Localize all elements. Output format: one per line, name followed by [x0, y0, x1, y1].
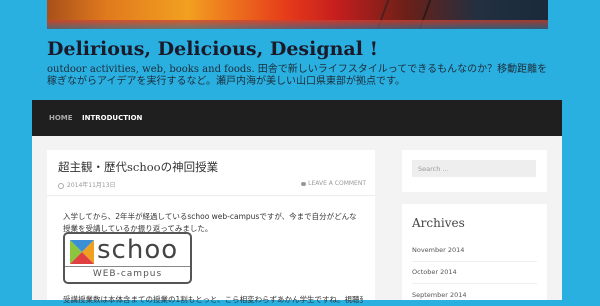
post-excerpt-continued: 受講授業数は本体含まての授業の1割もとっと、こら相変わらずあかん学生ですね。視聴…: [63, 295, 363, 304]
archive-separator: [412, 261, 537, 262]
header-banner-image: [47, 0, 548, 29]
banner-water: [47, 20, 548, 29]
post-meta: 2014年11月13日 LEAVE A COMMENT: [58, 180, 366, 190]
comment-bubble-icon: [301, 181, 307, 186]
nav-item-introduction[interactable]: INTRODUCTION: [82, 100, 142, 136]
schoo-logo-mark: [70, 240, 94, 264]
post-divider: [47, 195, 375, 196]
archives-widget: Archives November 2014 October 2014 Sept…: [402, 204, 547, 300]
post-date-link[interactable]: 2014年11月13日: [58, 180, 116, 189]
main-navigation: HOME INTRODUCTION: [32, 100, 562, 136]
post-title[interactable]: 超主観・歴代schooの神回授業: [58, 159, 218, 175]
schoo-logo-subtitle: WEB-campus: [65, 266, 190, 282]
schoo-logo-image: schoo WEB-campus: [63, 232, 192, 284]
post-date: 2014年11月13日: [67, 182, 116, 189]
leave-comment-label: LEAVE A COMMENT: [308, 180, 366, 187]
post-card: 超主観・歴代schooの神回授業 2014年11月13日 LEAVE A COM…: [47, 150, 375, 304]
archive-separator: [412, 283, 537, 284]
archive-link-september-2014[interactable]: September 2014: [412, 291, 467, 299]
archive-link-november-2014[interactable]: November 2014: [412, 246, 464, 254]
search-input[interactable]: [412, 160, 536, 177]
clock-icon: [58, 182, 64, 189]
archive-link-october-2014[interactable]: October 2014: [412, 268, 457, 276]
search-widget: [402, 150, 547, 192]
archives-title: Archives: [412, 216, 465, 230]
leave-comment-link[interactable]: LEAVE A COMMENT: [301, 180, 366, 187]
schoo-logo-word: schoo: [97, 235, 179, 265]
nav-item-home[interactable]: HOME: [49, 100, 73, 136]
site-tagline: outdoor activities, web, books and foods…: [47, 64, 548, 87]
site-title[interactable]: Delirious, Delicious, Designal !: [47, 38, 378, 60]
